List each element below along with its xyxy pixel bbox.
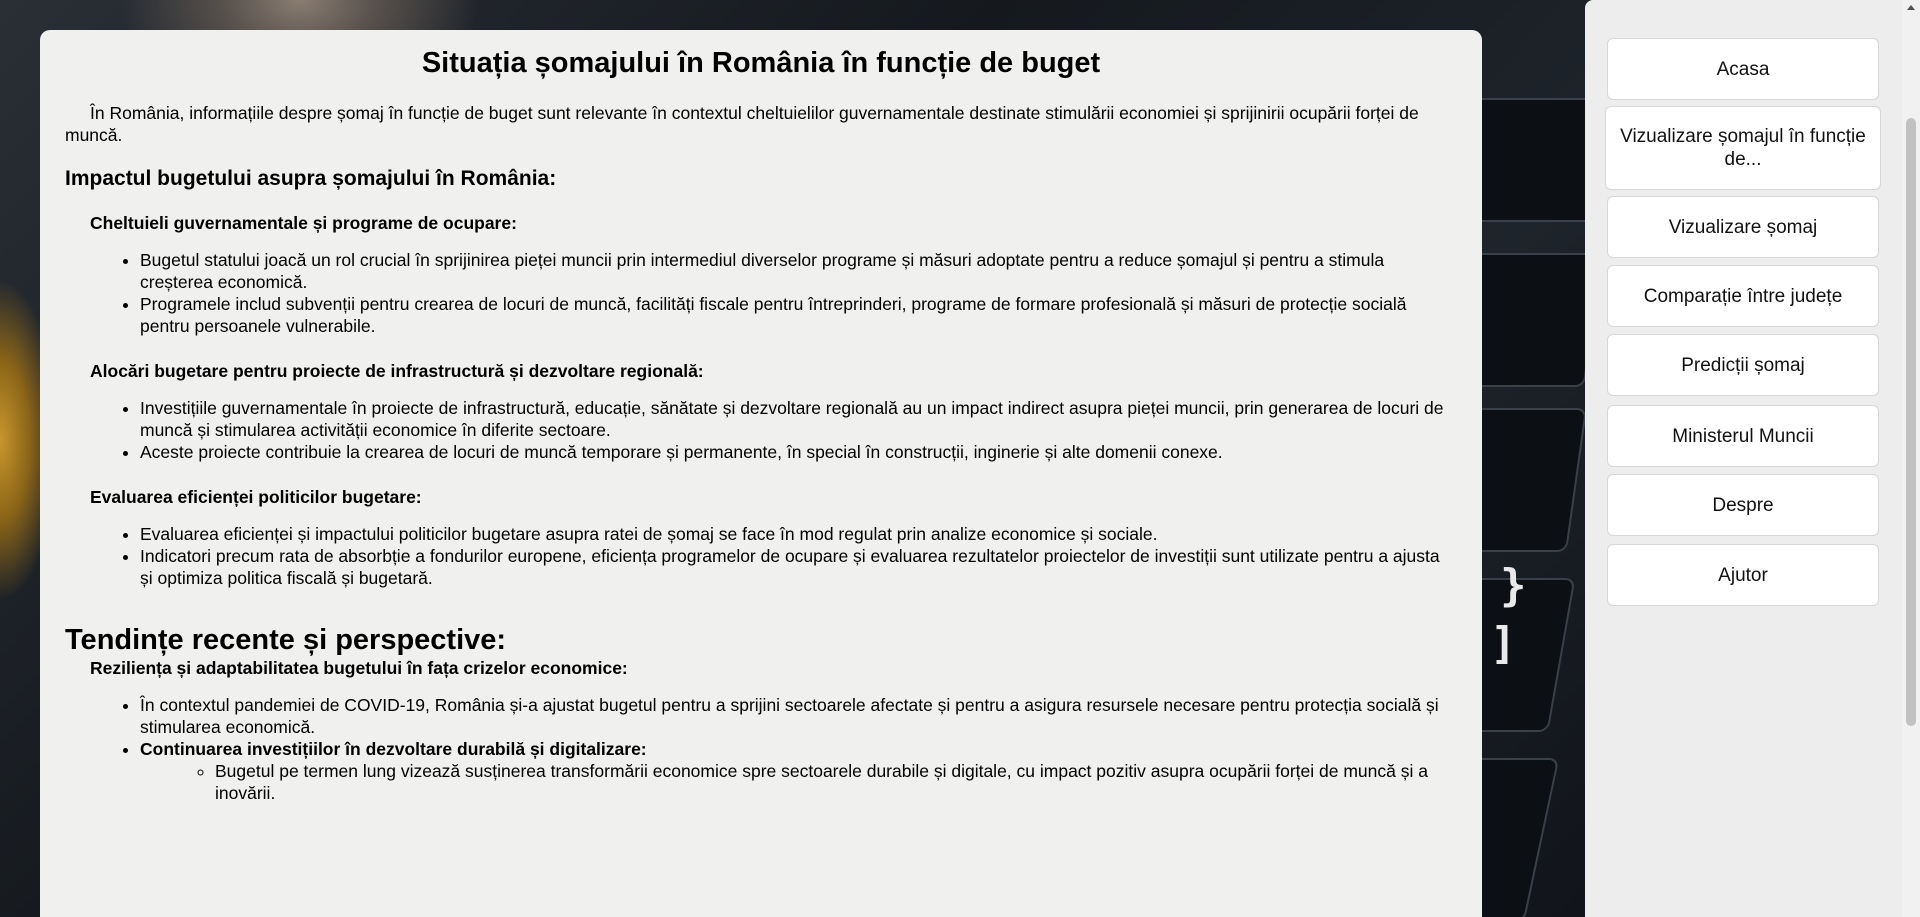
subsection-heading: Reziliența și adaptabilitatea bugetului … [90, 658, 628, 678]
bracket-glyph: ] [1490, 618, 1517, 669]
list-item: Programele includ subvenții pentru crear… [140, 293, 1457, 337]
list-item-bold: Continuarea investițiilor în dezvoltare … [140, 738, 1457, 804]
nav-predictii-somaj-button[interactable]: Predicții șomaj [1607, 334, 1879, 396]
list-item: Aceste proiecte contribuie la crearea de… [140, 441, 1457, 463]
list-item-bold-label: Continuarea investițiilor în dezvoltare … [140, 739, 647, 759]
nav-ministerul-muncii-button[interactable]: Ministerul Muncii [1607, 405, 1879, 467]
page-title: Situația șomajului în România în funcție… [421, 47, 1101, 79]
list-item: În contextul pandemiei de COVID-19, Româ… [140, 694, 1457, 738]
subsection-heading: Alocări bugetare pentru proiecte de infr… [90, 361, 704, 381]
bullet-list: În contextul pandemiei de COVID-19, Româ… [65, 694, 1457, 804]
scroll-thumb[interactable] [1906, 118, 1916, 726]
subsection-heading: Evaluarea eficienței politicilor bugetar… [90, 487, 422, 507]
nav-comparatie-judete-button[interactable]: Comparație între județe [1607, 265, 1879, 327]
bullet-list: Investițiile guvernamentale în proiecte … [65, 397, 1457, 463]
list-item: Bugetul statului joacă un rol crucial în… [140, 249, 1457, 293]
scroll-up-arrow-icon[interactable] [1907, 5, 1915, 10]
list-item: Indicatori precum rata de absorbție a fo… [140, 545, 1457, 589]
brace-glyph: } [1500, 560, 1527, 611]
list-item: Evaluarea eficienței și impactului polit… [140, 523, 1457, 545]
sidebar-nav: Acasa Vizualizare șomajul în funcție de.… [1585, 0, 1902, 917]
intro-paragraph: În România, informațiile despre șomaj în… [65, 103, 1419, 145]
nested-list-item: Bugetul pe termen lung vizează susținere… [215, 760, 1457, 804]
page-scrollbar[interactable] [1902, 0, 1920, 917]
article-panel: Situația șomajului în România în funcție… [40, 30, 1482, 917]
nested-list: Bugetul pe termen lung vizează susținere… [140, 760, 1457, 804]
list-item: Investițiile guvernamentale în proiecte … [140, 397, 1457, 441]
bullet-list: Bugetul statului joacă un rol crucial în… [65, 249, 1457, 337]
nav-ajutor-button[interactable]: Ajutor [1607, 544, 1879, 606]
section-heading-large: Tendințe recente și perspective: [65, 624, 507, 656]
subsection-heading: Cheltuieli guvernamentale și programe de… [90, 213, 517, 233]
bullet-list: Evaluarea eficienței și impactului polit… [65, 523, 1457, 589]
nav-despre-button[interactable]: Despre [1607, 474, 1879, 536]
section-heading: Impactul bugetului asupra șomajului în R… [65, 167, 557, 190]
nav-acasa-button[interactable]: Acasa [1607, 38, 1879, 100]
keyboard-key [1470, 100, 1585, 220]
nav-vizualizare-somaj-functie-button[interactable]: Vizualizare șomajul în funcție de... [1605, 106, 1881, 190]
nav-vizualizare-somaj-button[interactable]: Vizualizare șomaj [1607, 196, 1879, 258]
